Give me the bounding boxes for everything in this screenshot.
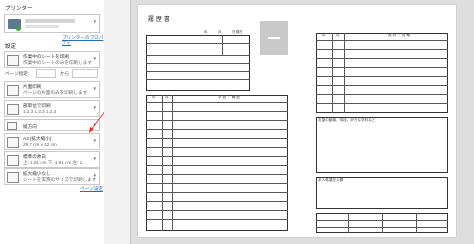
settings-heading: 設定 (5, 44, 17, 50)
table-line (146, 165, 288, 166)
table-line (146, 71, 250, 72)
table-line (146, 55, 250, 56)
print-settings-panel: プリンター ▾ プリンターのプロパティ 設定 作業中のシートを印刷 作業中のシー… (0, 0, 107, 244)
chevron-down-icon: ▾ (93, 138, 96, 144)
table-line (316, 40, 448, 41)
table-line (146, 138, 288, 139)
collate-title: 部単位で印刷 (23, 103, 51, 108)
one-sided-icon (7, 85, 19, 96)
margins-icon (7, 155, 19, 166)
motivation-label: 志望の動機、特技、好きな学科など (318, 118, 376, 122)
pages-to-input[interactable] (72, 69, 98, 78)
table-line (146, 156, 288, 157)
table-line (316, 49, 448, 50)
table-line (146, 219, 288, 220)
pages-label: ページ指定: (5, 71, 30, 76)
table-line (146, 102, 288, 103)
table-line (382, 213, 383, 233)
duplex-subtitle: ページの片面のみを印刷します (23, 90, 88, 95)
history-month-header: 月 (165, 95, 169, 99)
chevron-down-icon: ▾ (93, 56, 96, 62)
print-range-select[interactable]: 作業中のシートを印刷 作業中のシートのみを印刷します ▾ (4, 51, 100, 68)
motivation-box (316, 117, 448, 173)
print-range-title: 作業中のシートを印刷 (23, 54, 69, 59)
chevron-down-icon: ▾ (93, 19, 96, 25)
print-preview-page: 履 歴 書 年 月 日現在 年 月 学 歴 ・ 職 歴 年 月 免 許 ・ 資 … (138, 5, 456, 237)
printer-status-redacted (25, 25, 59, 28)
chevron-down-icon: ▾ (93, 86, 96, 92)
license-month-header: 月 (336, 33, 340, 37)
table-line (316, 85, 448, 86)
table-line (348, 213, 349, 233)
table-line (146, 63, 250, 64)
sheet-icon (7, 55, 19, 66)
page-setup-link[interactable]: ページ設定 (80, 186, 103, 191)
table-line (146, 183, 288, 184)
table-line (332, 33, 333, 113)
margins-select[interactable]: 標準の余白 上: 1.91 cm 下: 1.91 cm 左: 1... ▾ (4, 151, 100, 168)
orientation-title: 縦方向 (23, 124, 37, 129)
paper-subtitle: 29.7 cm x 42 cm (23, 142, 57, 147)
table-line (316, 103, 448, 104)
table-line (146, 120, 288, 121)
scaling-title: 拡大縮小なし (23, 171, 51, 176)
table-line (146, 192, 288, 193)
table-line (344, 33, 345, 113)
table-line (146, 43, 250, 44)
resume-title: 履 歴 書 (148, 16, 170, 23)
history-year-header: 年 (152, 95, 156, 99)
table-line (316, 76, 448, 77)
scaling-subtitle: シートを実際のサイズで印刷します (23, 177, 97, 182)
table-line (316, 94, 448, 95)
collate-icon (7, 104, 19, 115)
license-year-header: 年 (322, 33, 326, 37)
request-label: 本人希望記入欄 (318, 178, 344, 182)
collate-subtitle: 1,2,3 1,2,3 1,2,3 (23, 109, 57, 114)
printer-heading: プリンター (5, 6, 33, 12)
margins-subtitle: 上: 1.91 cm 下: 1.91 cm 左: 1... (23, 160, 87, 165)
table-line (146, 210, 288, 211)
table-line (416, 213, 417, 233)
printer-select[interactable]: ▾ (4, 14, 100, 33)
paper-title: A3 (拡大縮小) (23, 136, 52, 141)
table-line (146, 79, 250, 80)
table-line (146, 111, 288, 112)
license-content-header: 免 許 ・ 資 格 (388, 33, 410, 37)
pages-to-label: から (60, 71, 70, 76)
photo-label-bar (268, 37, 280, 39)
print-range-subtitle: 作業中のシートのみを印刷します (23, 60, 92, 65)
duplex-title: 片面印刷 (23, 84, 42, 89)
duplex-select[interactable]: 片面印刷 ページの片面のみを印刷します ▾ (4, 81, 100, 98)
table-line (146, 147, 288, 148)
license-table (316, 33, 448, 113)
table-line (146, 129, 288, 130)
paper-icon (7, 137, 19, 148)
table-line (222, 35, 223, 55)
scaling-select[interactable]: 拡大縮小なし シートを実際のサイズで印刷します ▾ (4, 168, 100, 185)
printer-properties-link[interactable]: プリンターのプロパティ (62, 35, 104, 45)
printer-status-icon (16, 26, 21, 31)
history-content-header: 学 歴 ・ 職 歴 (218, 95, 240, 99)
separator-area (104, 0, 130, 244)
table-line (316, 67, 448, 68)
table-line (146, 201, 288, 202)
portrait-icon (7, 122, 17, 130)
paper-size-select[interactable]: A3 (拡大縮小) 29.7 cm x 42 cm ▾ (4, 133, 100, 150)
pages-from-input[interactable] (36, 69, 56, 78)
printer-name-redacted (25, 19, 75, 23)
table-line (316, 58, 448, 59)
chevron-down-icon: ▾ (93, 156, 96, 162)
scaling-icon (7, 172, 19, 183)
chevron-down-icon: ▾ (93, 173, 96, 179)
margins-title: 標準の余白 (23, 154, 46, 159)
table-line (146, 174, 288, 175)
